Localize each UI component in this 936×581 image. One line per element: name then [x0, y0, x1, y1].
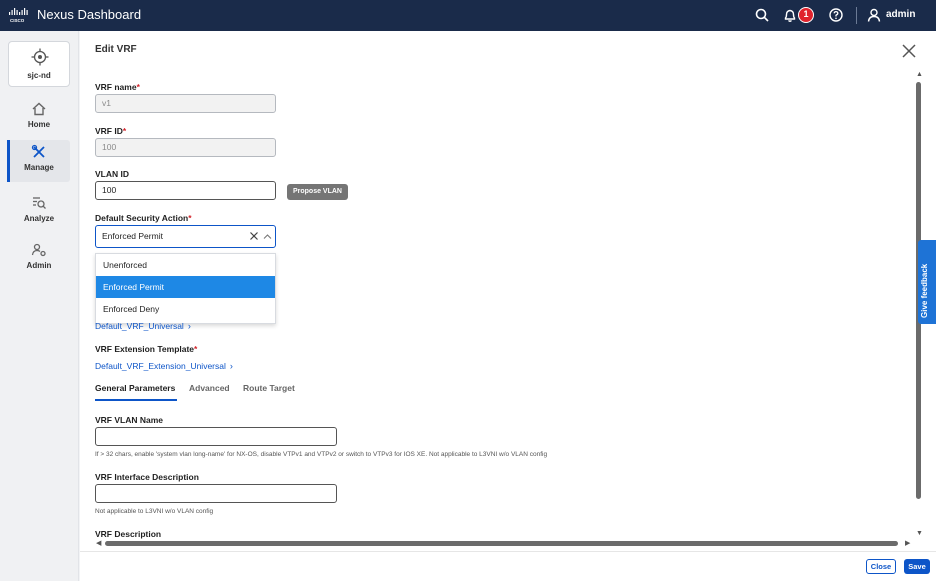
nav-analyze-label: Analyze: [23, 214, 55, 223]
vrf-extension-template-link[interactable]: Default_VRF_Extension_Universal ›: [95, 361, 233, 371]
nav-home[interactable]: Home: [8, 97, 70, 139]
vrf-id-input: 100: [95, 138, 276, 157]
interface-description-help: Not applicable to L3VNI w/o VLAN config: [95, 508, 214, 515]
vrf-name-label: VRF name*: [95, 82, 140, 92]
close-icon[interactable]: [901, 43, 917, 59]
propose-vlan-button[interactable]: Propose VLAN: [287, 184, 348, 200]
cisco-logo-icon: CISCO: [9, 8, 28, 23]
panel-title: Edit VRF: [95, 44, 137, 55]
security-action-value: Enforced Permit: [102, 231, 163, 241]
chevron-up-icon[interactable]: [263, 233, 272, 240]
home-icon: [32, 102, 46, 116]
tab-advanced[interactable]: Advanced: [189, 383, 230, 393]
give-feedback-label: Give feedback: [920, 263, 929, 318]
security-action-label: Default Security Action*: [95, 213, 192, 223]
svg-text:CISCO: CISCO: [10, 18, 25, 23]
give-feedback-tab[interactable]: Give feedback: [918, 240, 936, 324]
user-name[interactable]: admin: [886, 9, 915, 20]
vrf-extension-template-label: VRF Extension Template*: [95, 344, 198, 354]
scroll-left-arrow[interactable]: ◀: [96, 539, 101, 547]
close-button[interactable]: Close: [866, 559, 896, 574]
app-title: Nexus Dashboard: [37, 7, 142, 22]
edit-vrf-panel: Edit VRF VRF name* v1 VRF ID* 100 VLAN I…: [80, 31, 936, 581]
save-button[interactable]: Save: [904, 559, 930, 574]
site-label: sjc-nd: [27, 71, 51, 80]
interface-description-label: VRF Interface Description: [95, 472, 199, 482]
nav-admin[interactable]: Admin: [8, 238, 70, 280]
analyze-icon: [33, 197, 46, 209]
nav-analyze[interactable]: Analyze: [8, 191, 70, 233]
help-icon[interactable]: [828, 7, 844, 23]
clear-icon[interactable]: [249, 231, 259, 241]
site-icon: [31, 48, 49, 66]
interface-description-input[interactable]: [95, 484, 337, 503]
tab-general-parameters[interactable]: General Parameters: [95, 383, 175, 393]
option-enforced-permit[interactable]: Enforced Permit: [96, 276, 275, 298]
left-nav: sjc-nd Home Manage Analyze Admin: [0, 31, 79, 581]
bell-icon[interactable]: [782, 7, 798, 23]
vlan-id-label: VLAN ID: [95, 169, 129, 179]
nav-home-label: Home: [27, 120, 51, 129]
admin-icon: [31, 243, 46, 257]
panel-footer: Close Save: [80, 551, 936, 581]
topbar-divider: [856, 7, 857, 24]
option-enforced-deny[interactable]: Enforced Deny: [96, 298, 275, 320]
active-tab-indicator: [95, 399, 177, 401]
chevron-right-icon: ›: [229, 361, 233, 371]
nav-manage[interactable]: Manage: [7, 140, 70, 182]
tab-route-target[interactable]: Route Target: [243, 383, 295, 393]
vlan-name-input[interactable]: [95, 427, 337, 446]
security-action-select[interactable]: Enforced Permit: [95, 225, 276, 248]
user-icon[interactable]: [866, 7, 882, 23]
vrf-description-label: VRF Description: [95, 529, 162, 539]
vrf-id-label: VRF ID*: [95, 126, 127, 136]
vrf-template-link[interactable]: Default_VRF_Universal ›: [95, 321, 191, 331]
notification-badge[interactable]: 1: [798, 7, 814, 23]
top-bar: CISCO Nexus Dashboard 1 admin: [0, 0, 936, 31]
vlan-name-help: If > 32 chars, enable 'system vlan long-…: [95, 451, 548, 458]
nav-manage-label: Manage: [24, 163, 54, 172]
vlan-name-label: VRF VLAN Name: [95, 415, 164, 425]
option-unenforced[interactable]: Unenforced: [96, 254, 275, 276]
scroll-up-arrow[interactable]: ▲: [916, 71, 923, 78]
nav-admin-label: Admin: [26, 261, 52, 270]
scroll-right-arrow[interactable]: ▶: [905, 539, 910, 547]
security-action-dropdown: Unenforced Enforced Permit Enforced Deny: [95, 253, 276, 324]
horizontal-scrollbar[interactable]: [105, 541, 898, 546]
scroll-down-arrow[interactable]: ▼: [916, 530, 923, 537]
search-icon[interactable]: [754, 7, 770, 23]
vrf-name-input: v1: [95, 94, 276, 113]
site-selector[interactable]: sjc-nd: [8, 41, 70, 87]
tools-icon: [31, 144, 45, 158]
chevron-right-icon: ›: [187, 321, 191, 331]
vlan-id-input[interactable]: 100: [95, 181, 276, 200]
